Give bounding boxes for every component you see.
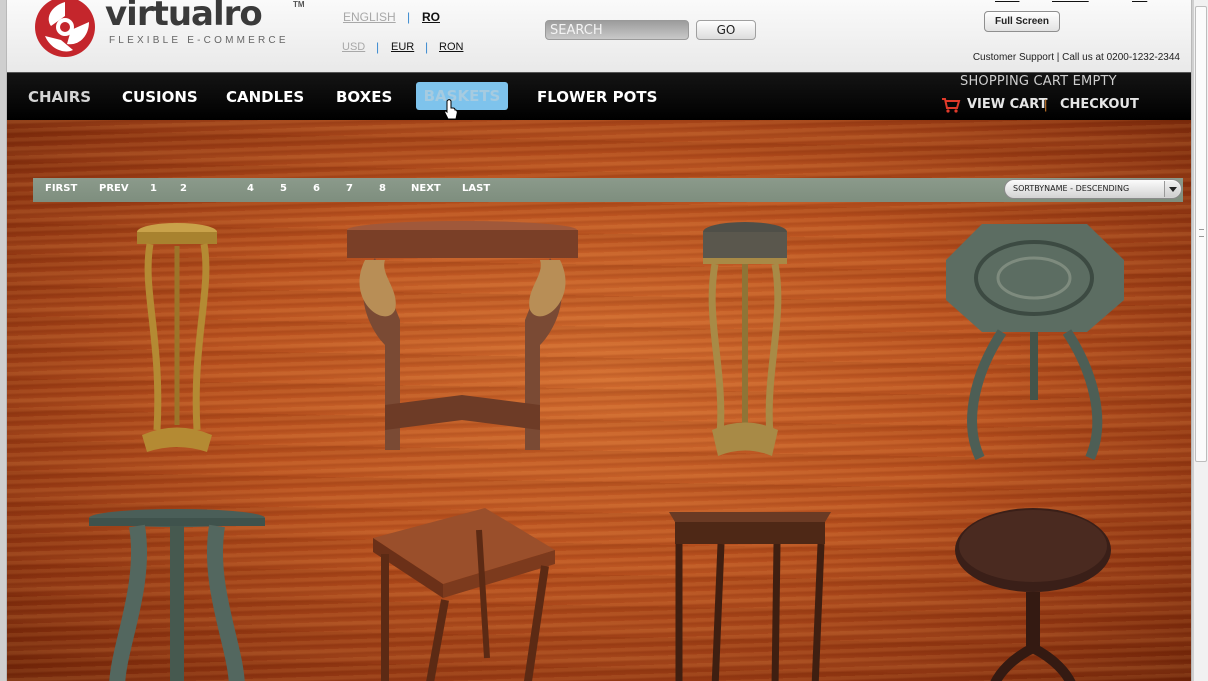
nav-candles[interactable]: CANDLES — [226, 87, 304, 107]
sort-select-value: SORTBYNAME - DESCENDING — [1013, 184, 1130, 193]
pagination-bar: FIRST PREV 1 2 4 5 6 7 8 NEXT LAST SORTB… — [33, 178, 1183, 202]
scrollbar-thumb[interactable] — [1195, 6, 1207, 462]
currency-ron-link[interactable]: RON — [439, 41, 463, 53]
search-go-button[interactable]: GO — [696, 20, 756, 40]
page: virtualro TM FLEXIBLE E-COMMERCE ENGLISH… — [0, 0, 1208, 681]
shopping-cart-icon[interactable] — [941, 97, 961, 113]
pager-page-2[interactable]: 2 — [180, 183, 187, 194]
browser-viewport: virtualro TM FLEXIBLE E-COMMERCE ENGLISH… — [6, 0, 1192, 681]
product-octagonal-table[interactable] — [942, 220, 1127, 461]
logo-tagline: FLEXIBLE E-COMMERCE — [109, 35, 289, 46]
product-marble-top-pedestal[interactable] — [700, 220, 790, 460]
nav-baskets[interactable]: BASKETS — [416, 82, 508, 110]
scrollbar-grip — [1199, 229, 1204, 237]
pager-page-7[interactable]: 7 — [346, 183, 353, 194]
product-image — [669, 512, 831, 681]
logo-trademark: TM — [293, 0, 305, 9]
product-mahogany-square-table[interactable] — [367, 508, 557, 681]
pager-prev[interactable]: PREV — [99, 183, 129, 194]
pager-next[interactable]: NEXT — [411, 183, 441, 194]
product-image — [137, 223, 217, 452]
logo-wordmark: virtualro — [105, 0, 263, 34]
currency-eur-link[interactable]: EUR — [391, 41, 414, 53]
full-screen-button[interactable]: Full Screen — [984, 11, 1060, 32]
vertical-scrollbar[interactable] — [1193, 0, 1208, 681]
product-round-tripod-table[interactable] — [953, 508, 1113, 681]
checkout-link[interactable]: CHECKOUT — [1060, 97, 1139, 112]
search-input[interactable] — [545, 20, 689, 40]
product-image — [373, 508, 555, 681]
language-english-link[interactable]: ENGLISH — [343, 10, 396, 24]
product-tall-walnut-table[interactable] — [665, 508, 835, 681]
product-listing: FIRST PREV 1 2 4 5 6 7 8 NEXT LAST SORTB… — [7, 120, 1191, 681]
language-separator: | — [407, 10, 411, 24]
pager-page-1[interactable]: 1 — [150, 183, 157, 194]
register-link[interactable] — [1052, 0, 1089, 3]
chevron-down-icon[interactable] — [1164, 181, 1180, 197]
pager-page-4[interactable]: 4 — [247, 183, 254, 194]
view-cart-link[interactable]: VIEW CART — [967, 97, 1048, 112]
cart-status: SHOPPING CART EMPTY — [960, 74, 1117, 89]
product-image — [703, 222, 787, 456]
pager-page-5[interactable]: 5 — [280, 183, 287, 194]
login-link[interactable] — [995, 0, 1019, 3]
pager-page-8[interactable]: 8 — [379, 183, 386, 194]
currency-usd-link[interactable]: USD — [342, 41, 365, 53]
hand-pointer-icon — [444, 99, 458, 120]
currency-separator: | — [376, 40, 380, 54]
currency-separator: | — [425, 40, 429, 54]
site-logo[interactable]: virtualro TM FLEXIBLE E-COMMERCE — [27, 0, 307, 58]
product-gilded-pedestal[interactable] — [132, 220, 222, 460]
pager-page-6[interactable]: 6 — [313, 183, 320, 194]
product-image — [89, 509, 265, 681]
cart-separator: | — [1044, 97, 1048, 112]
product-swan-console-table[interactable] — [345, 220, 580, 460]
product-verdigris-side-table[interactable] — [87, 508, 267, 681]
customer-support-text: Customer Support | Call us at 0200-1232-… — [972, 52, 1180, 63]
help-link[interactable] — [1132, 0, 1147, 3]
nav-cusions[interactable]: CUSIONS — [122, 87, 198, 107]
category-navbar: CHAIRS CUSIONS CANDLES BOXES BASKETS FLO… — [7, 72, 1191, 120]
product-image — [955, 508, 1111, 681]
language-ro-link[interactable]: RO — [422, 10, 440, 24]
nav-chairs[interactable]: CHAIRS — [28, 87, 91, 107]
virtualro-logo-icon — [35, 0, 95, 57]
product-image — [946, 224, 1124, 461]
pager-last[interactable]: LAST — [462, 183, 490, 194]
nav-boxes[interactable]: BOXES — [336, 87, 392, 107]
product-image — [347, 221, 578, 450]
nav-flower-pots[interactable]: FLOWER POTS — [537, 87, 657, 107]
sort-select[interactable]: SORTBYNAME - DESCENDING — [1004, 179, 1182, 199]
pager-first[interactable]: FIRST — [45, 183, 77, 194]
site-header: virtualro TM FLEXIBLE E-COMMERCE ENGLISH… — [7, 0, 1191, 72]
